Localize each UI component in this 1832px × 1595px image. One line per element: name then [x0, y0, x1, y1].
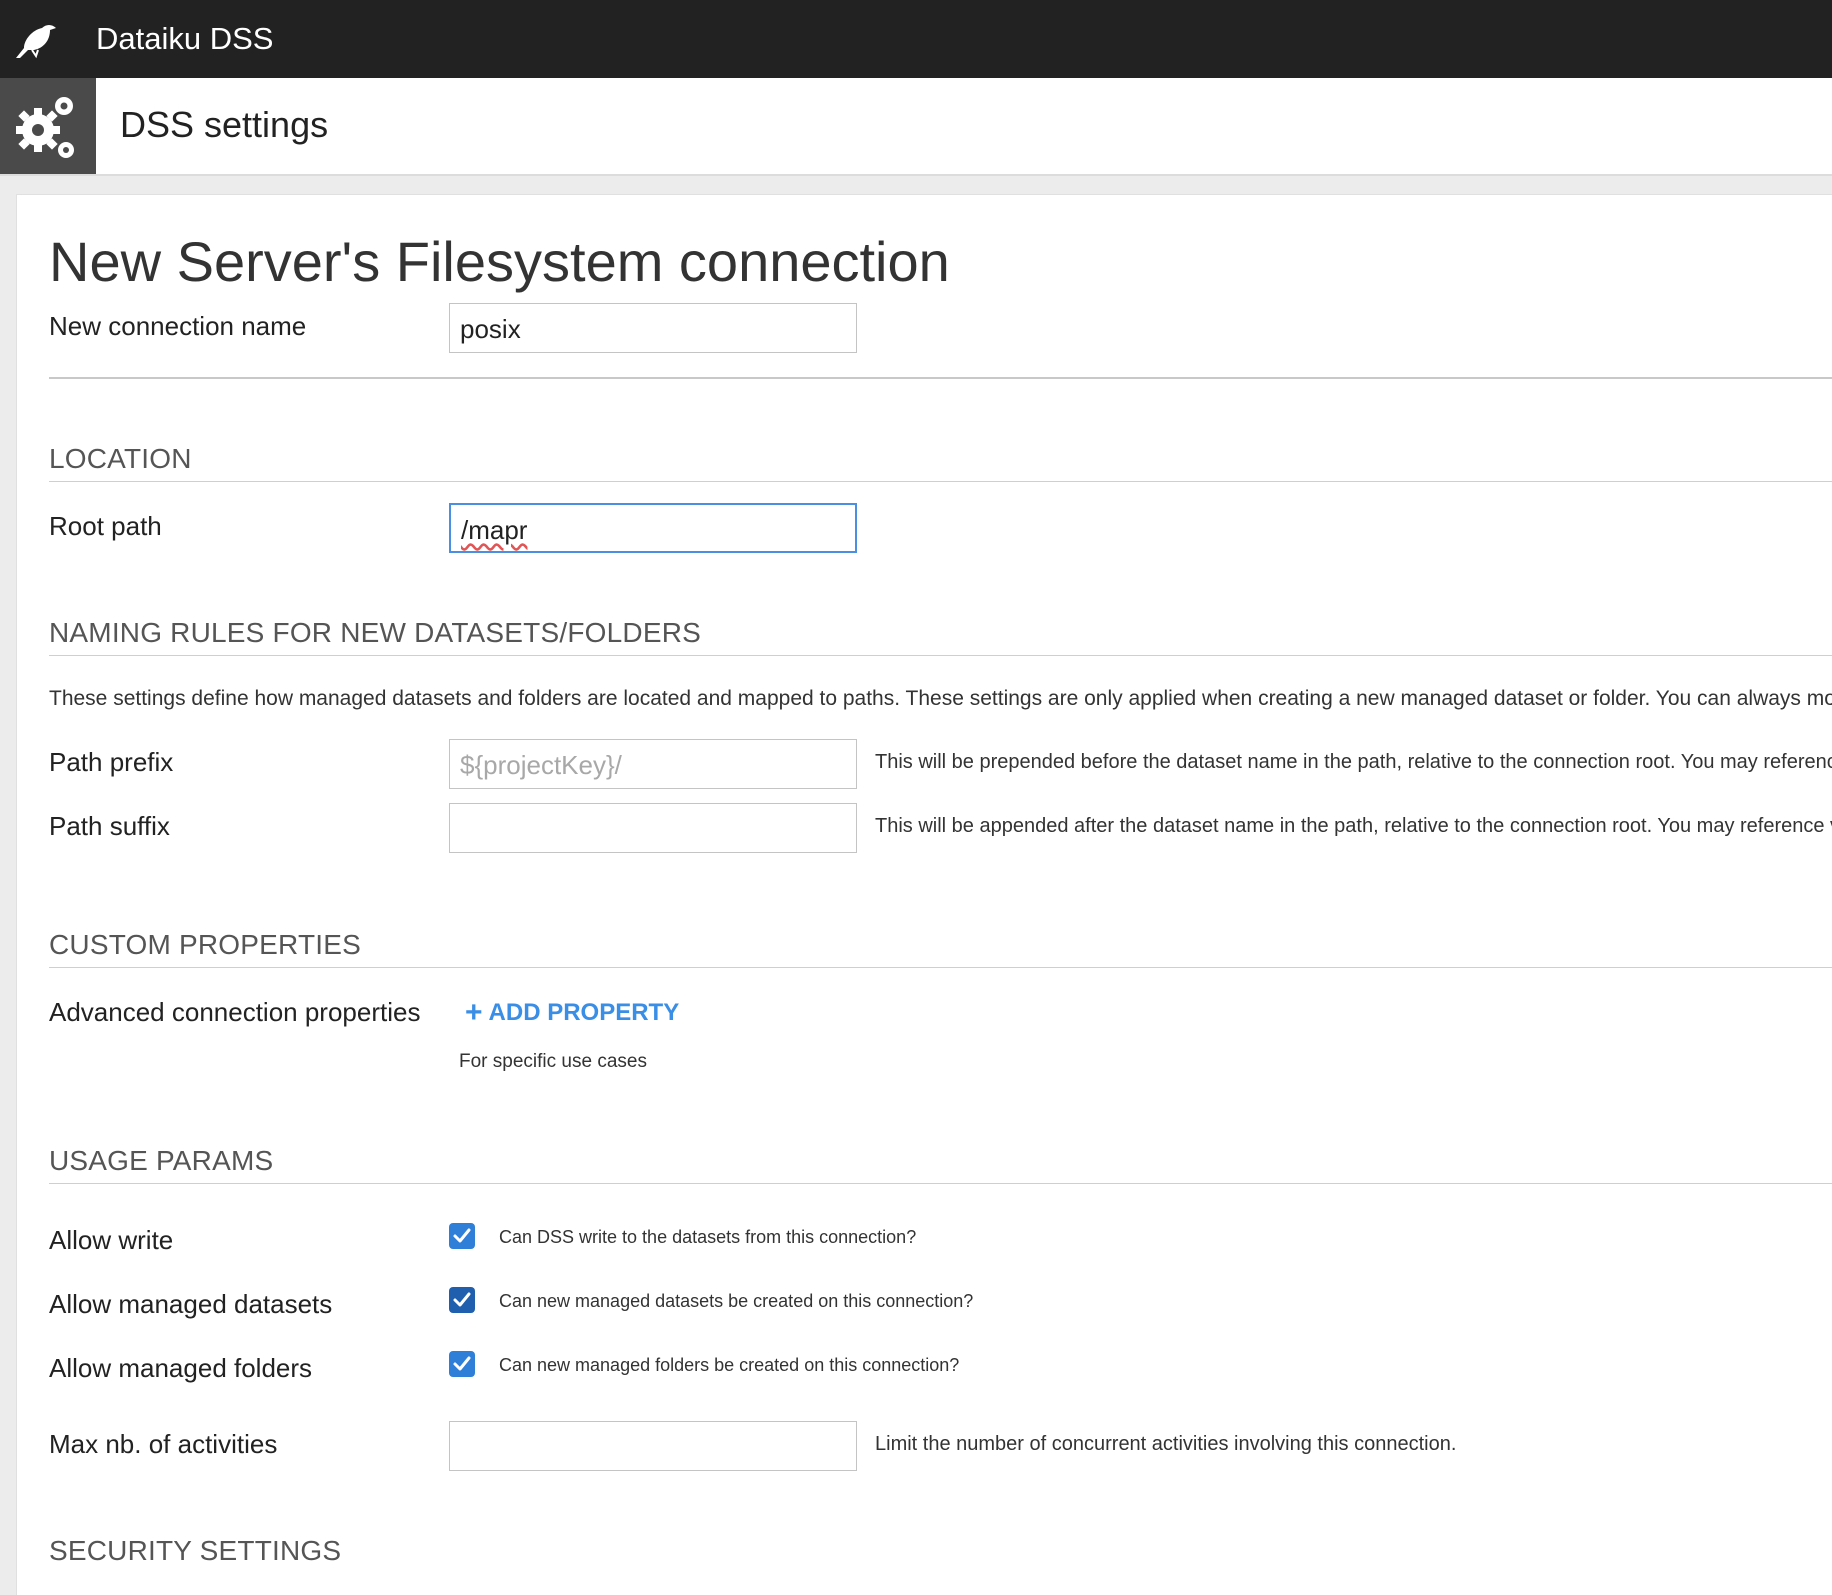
allow-write-checkbox[interactable]	[449, 1223, 475, 1249]
settings-icon-box[interactable]	[0, 78, 96, 174]
root-path-value: /mapr	[461, 515, 528, 545]
add-property-button[interactable]: + ADD PROPERTY	[465, 996, 680, 1029]
max-activities-input[interactable]	[449, 1421, 857, 1471]
add-property-help: For specific use cases	[459, 1051, 647, 1072]
custom-properties-section-title: CUSTOM PROPERTIES	[49, 929, 361, 960]
path-suffix-label: Path suffix	[49, 811, 170, 841]
top-navbar: Dataiku DSS	[0, 0, 1832, 78]
dataiku-bird-icon[interactable]	[14, 20, 58, 60]
divider	[49, 1183, 1832, 1184]
gears-icon	[16, 97, 74, 158]
root-path-label: Root path	[49, 511, 162, 541]
allow-managed-folders-label: Allow managed folders	[49, 1353, 313, 1383]
page-title: DSS settings	[120, 104, 329, 145]
allow-managed-datasets-checkbox[interactable]	[449, 1287, 475, 1313]
add-property-label: ADD PROPERTY	[488, 999, 680, 1026]
path-prefix-label: Path prefix	[49, 747, 174, 777]
root-path-input[interactable]: /mapr	[449, 503, 857, 553]
allow-write-help: Can DSS write to the datasets from this …	[499, 1227, 917, 1247]
divider	[49, 481, 1832, 482]
advanced-properties-label: Advanced connection properties	[49, 997, 421, 1027]
form-heading: New Server's Filesystem connection	[49, 230, 950, 293]
settings-header: DSS settings	[0, 78, 1832, 176]
path-prefix-input[interactable]: ${projectKey}/	[449, 739, 857, 789]
max-activities-label: Max nb. of activities	[49, 1429, 278, 1459]
check-icon	[453, 1228, 471, 1243]
security-settings-section-title: SECURITY SETTINGS	[49, 1535, 342, 1566]
path-suffix-input[interactable]	[449, 803, 857, 853]
path-suffix-help: This will be appended after the dataset …	[875, 815, 1832, 837]
naming-description: These settings define how managed datase…	[49, 687, 1832, 710]
usage-params-section-title: USAGE PARAMS	[49, 1145, 274, 1176]
divider	[49, 967, 1832, 968]
max-activities-help: Limit the number of concurrent activitie…	[875, 1433, 1457, 1455]
allow-managed-datasets-label: Allow managed datasets	[49, 1289, 333, 1319]
connection-name-label: New connection name	[49, 311, 307, 341]
location-section-title: LOCATION	[49, 443, 192, 474]
allow-managed-folders-help: Can new managed folders be created on th…	[499, 1355, 960, 1375]
divider	[49, 655, 1832, 656]
path-prefix-help: This will be prepended before the datase…	[875, 751, 1832, 773]
app-title[interactable]: Dataiku DSS	[96, 22, 273, 56]
check-icon	[453, 1356, 471, 1371]
connection-form-panel: New Server's Filesystem connection New c…	[16, 194, 1832, 1595]
plus-icon: +	[465, 996, 483, 1029]
allow-managed-folders-checkbox[interactable]	[449, 1351, 475, 1377]
allow-managed-datasets-help: Can new managed datasets be created on t…	[499, 1291, 974, 1311]
divider	[49, 377, 1832, 379]
naming-section-title: NAMING RULES FOR NEW DATASETS/FOLDERS	[49, 617, 701, 648]
connection-name-input[interactable]: posix	[449, 303, 857, 353]
check-icon	[453, 1292, 471, 1307]
allow-write-label: Allow write	[49, 1225, 174, 1255]
